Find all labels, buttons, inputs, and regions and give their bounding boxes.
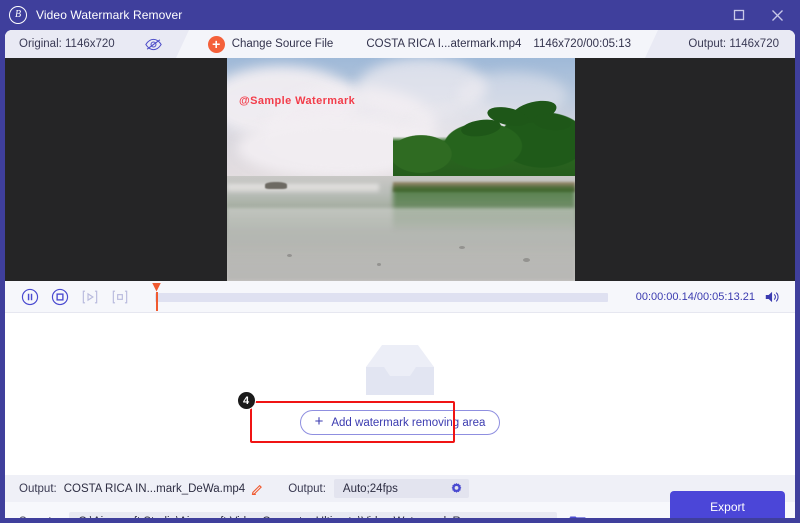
plus-circle-icon: +: [208, 36, 225, 53]
video-preview[interactable]: @Sample Watermark: [227, 58, 575, 281]
volume-icon[interactable]: [764, 290, 781, 304]
output-format-field[interactable]: Auto;24fps: [334, 479, 469, 498]
add-watermark-removing-area-label: Add watermark removing area: [331, 417, 485, 429]
window-title: Video Watermark Remover: [36, 8, 182, 22]
output-format-label: Output:: [288, 483, 326, 495]
save-to-label: Save to:: [19, 516, 61, 518]
folder-open-icon[interactable]: [569, 515, 586, 519]
main-panel: Original: 1146x720 + Change Source File …: [5, 30, 795, 518]
sand-speck: [459, 246, 465, 249]
output-file-name: COSTA RICA IN...mark_DeWa.mp4: [64, 483, 245, 495]
timecode-display: 00:00:00.14/00:05:13.21: [636, 291, 755, 303]
original-resolution-label: Original: 1146x720: [19, 38, 115, 50]
step-badge: 4: [237, 391, 256, 410]
application-window: B Video Watermark Remover Original: 1146…: [0, 0, 800, 523]
watermark-area-list: 4 + Add watermark removing area: [5, 313, 795, 475]
output-tab: Output: 1146x720: [658, 30, 795, 58]
pause-icon[interactable]: [19, 286, 41, 308]
sand-speck: [523, 258, 530, 262]
add-watermark-removing-area-button[interactable]: + Add watermark removing area: [300, 410, 501, 435]
title-bar: B Video Watermark Remover: [0, 0, 800, 30]
output-name-label: Output:: [19, 483, 57, 495]
save-path-field[interactable]: C:\Aiseesoft Studio\Aiseesoft Video Conv…: [69, 512, 557, 518]
stop-icon[interactable]: [49, 286, 71, 308]
transport-bar: 00:00:00.14/00:05:13.21: [5, 281, 795, 313]
wet-sand: [227, 208, 575, 281]
empty-tray-icon: [348, 339, 452, 404]
save-path-value: C:\Aiseesoft Studio\Aiseesoft Video Conv…: [78, 516, 499, 518]
source-bar: Original: 1146x720 + Change Source File …: [5, 30, 795, 58]
plus-icon: +: [315, 414, 324, 429]
pencil-icon[interactable]: [251, 482, 264, 495]
original-tab: Original: 1146x720: [5, 30, 176, 58]
rock: [265, 182, 287, 189]
output-format-value: Auto;24fps: [343, 483, 398, 495]
eye-off-icon[interactable]: [145, 38, 162, 51]
gear-icon[interactable]: [450, 482, 463, 495]
add-area-row: 4 + Add watermark removing area: [300, 410, 501, 435]
surf-line: [227, 184, 379, 192]
ellipsis-icon[interactable]: •••: [534, 515, 550, 518]
app-logo-icon: B: [9, 6, 27, 24]
window-controls: [722, 0, 794, 30]
maximize-icon[interactable]: [722, 1, 756, 29]
output-resolution-label: Output: 1146x720: [688, 38, 779, 50]
timeline-scrubber[interactable]: [147, 286, 636, 308]
change-source-file-label: Change Source File: [232, 38, 334, 50]
playhead-marker[interactable]: [152, 283, 161, 311]
close-icon[interactable]: [760, 1, 794, 29]
source-file-name: COSTA RICA I...atermark.mp4: [366, 38, 521, 50]
sand-speck: [287, 254, 292, 257]
video-stage: @Sample Watermark: [5, 58, 795, 281]
change-source-file-button[interactable]: + Change Source File: [208, 36, 334, 53]
timeline-track[interactable]: [155, 293, 608, 302]
sand-speck: [377, 263, 381, 266]
mark-out-icon[interactable]: [109, 286, 131, 308]
source-file-meta: 1146x720/00:05:13: [533, 38, 631, 50]
export-button[interactable]: Export: [670, 491, 785, 518]
mark-in-icon[interactable]: [79, 286, 101, 308]
sample-watermark-text: @Sample Watermark: [239, 95, 355, 107]
